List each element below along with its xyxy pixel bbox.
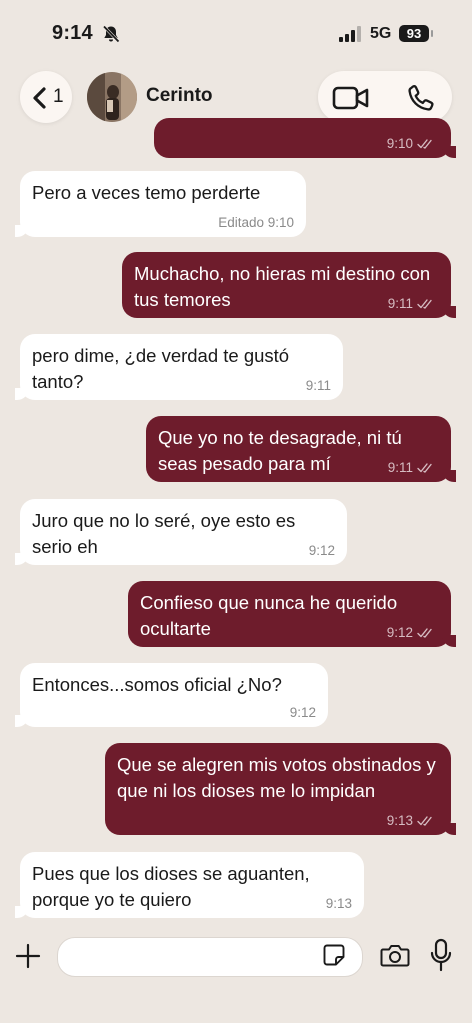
battery-level: 93 bbox=[399, 25, 429, 42]
message-outgoing[interactable]: Que se alegren mis votos obstinados y qu… bbox=[105, 743, 456, 835]
message-time: 9:11 bbox=[305, 378, 331, 393]
unread-count: 1 bbox=[53, 86, 64, 107]
network-type: 5G bbox=[370, 25, 392, 42]
message-incoming[interactable]: Pero a veces temo perderte Editado 9:10 bbox=[15, 171, 306, 237]
message-meta: 9:11 bbox=[388, 296, 435, 312]
back-chevron-icon bbox=[33, 87, 46, 109]
message-outgoing[interactable]: 9:10 bbox=[154, 118, 456, 158]
message-composer bbox=[0, 930, 472, 986]
video-call-icon[interactable] bbox=[332, 85, 370, 111]
message-incoming[interactable]: Entonces...somos oficial ¿No? 9:12 bbox=[15, 663, 328, 727]
plus-icon[interactable] bbox=[14, 942, 42, 970]
avatar-image bbox=[87, 72, 137, 122]
message-text: Pero a veces temo perderte bbox=[32, 182, 261, 203]
battery-tip bbox=[431, 30, 433, 37]
message-incoming[interactable]: Pues que los dioses se aguanten, porque … bbox=[15, 852, 364, 918]
contact-name[interactable]: Cerinto bbox=[146, 85, 213, 107]
avatar[interactable] bbox=[87, 72, 137, 122]
message-meta: 9:12 bbox=[387, 625, 435, 641]
signal-icon bbox=[339, 26, 361, 42]
message-time: Editado 9:10 bbox=[218, 215, 294, 230]
message-outgoing[interactable]: Muchacho, no hieras mi destino con tus t… bbox=[122, 252, 456, 318]
read-ticks-icon bbox=[417, 816, 432, 827]
bell-slash-icon bbox=[102, 25, 120, 43]
status-bar: 9:14 5G 93 bbox=[0, 0, 472, 70]
read-ticks-icon bbox=[417, 299, 432, 310]
message-text: Pues que los dioses se aguanten, porque … bbox=[32, 863, 310, 910]
camera-icon[interactable] bbox=[380, 942, 410, 968]
sticker-icon[interactable] bbox=[322, 943, 346, 967]
message-text: Entonces...somos oficial ¿No? bbox=[32, 674, 282, 695]
message-time: 9:12 bbox=[308, 543, 335, 558]
microphone-icon[interactable] bbox=[430, 938, 452, 972]
call-actions bbox=[318, 71, 452, 123]
message-time: 9:12 bbox=[386, 625, 413, 640]
message-input[interactable] bbox=[57, 937, 363, 977]
read-ticks-icon bbox=[417, 463, 432, 474]
message-text: Que se alegren mis votos obstinados y qu… bbox=[117, 754, 436, 801]
message-time: 9:11 bbox=[387, 296, 413, 311]
back-button[interactable]: 1 bbox=[20, 71, 72, 123]
message-outgoing[interactable]: Confieso que nunca he querido ocultarte … bbox=[128, 581, 456, 647]
message-time: 9:10 bbox=[386, 136, 413, 151]
message-incoming[interactable]: Juro que no lo seré, oye esto es serio e… bbox=[15, 499, 347, 565]
message-incoming[interactable]: pero dime, ¿de verdad te gustó tanto? 9:… bbox=[15, 334, 343, 400]
message-time: 9:12 bbox=[289, 705, 316, 720]
phone-icon[interactable] bbox=[406, 83, 436, 113]
message-outgoing[interactable]: Que yo no te desagrade, ni tú seas pesad… bbox=[146, 416, 456, 482]
status-time: 9:14 bbox=[52, 22, 93, 44]
read-ticks-icon bbox=[417, 628, 432, 639]
message-time: 9:13 bbox=[325, 896, 352, 911]
message-meta: 9:13 bbox=[387, 813, 435, 829]
message-meta: 9:11 bbox=[388, 460, 435, 476]
message-text: Juro que no lo seré, oye esto es serio e… bbox=[32, 510, 296, 557]
message-text: pero dime, ¿de verdad te gustó tanto? bbox=[32, 345, 290, 392]
message-time: 9:11 bbox=[387, 460, 413, 475]
message-time: 9:13 bbox=[386, 813, 413, 828]
message-meta: 9:10 bbox=[387, 136, 435, 152]
read-ticks-icon bbox=[417, 139, 432, 150]
